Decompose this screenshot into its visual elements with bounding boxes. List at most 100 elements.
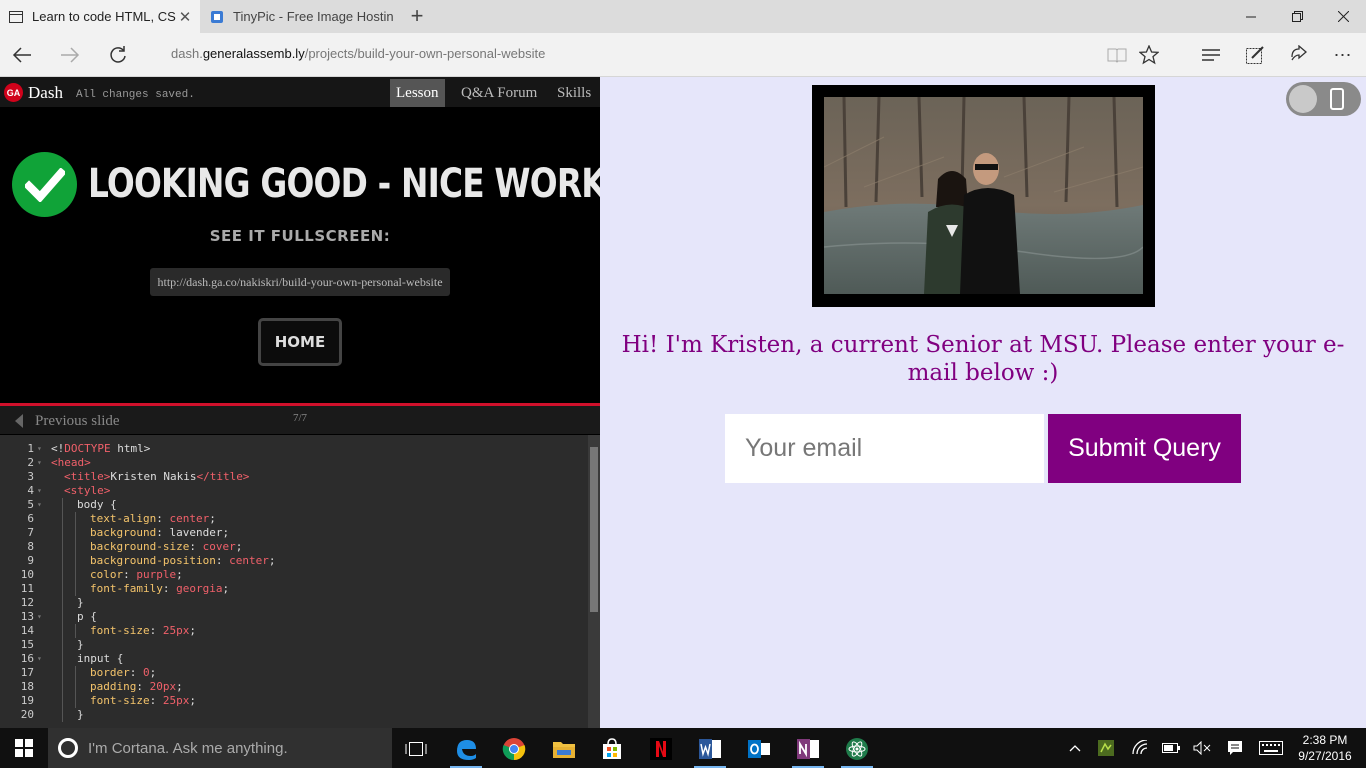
email-field[interactable] (725, 414, 1044, 483)
code-line[interactable]: 16 ▾ input { (0, 652, 588, 666)
task-view-button[interactable] (396, 732, 436, 766)
code-text: background-size: cover; (90, 540, 242, 554)
code-line[interactable]: 12} (0, 596, 588, 610)
submit-query-button[interactable]: Submit Query (1048, 414, 1241, 483)
code-line[interactable]: 13 ▾ p { (0, 610, 588, 624)
code-token: ; (222, 582, 230, 595)
scrollbar-thumb[interactable] (590, 447, 598, 612)
restore-button[interactable] (1274, 0, 1320, 33)
outlook-taskbar-button[interactable] (739, 732, 779, 766)
forward-button[interactable] (54, 39, 86, 71)
device-toggle[interactable] (1286, 82, 1361, 116)
back-button[interactable] (6, 39, 38, 71)
fullscreen-url[interactable]: http://dash.ga.co/nakiskri/build-your-ow… (150, 268, 450, 296)
code-text: background: lavender; (90, 526, 229, 540)
pen-note-icon (1246, 46, 1264, 64)
code-line[interactable]: 8 background-size: cover; (0, 540, 588, 554)
code-token: ; (176, 568, 183, 581)
close-tab-icon[interactable]: ✕ (178, 8, 192, 26)
favorite-button[interactable] (1134, 40, 1164, 70)
onenote-taskbar-button[interactable] (788, 732, 828, 768)
fold-arrow-icon[interactable]: ▾ (37, 484, 42, 498)
cortana-search-box[interactable]: I'm Cortana. Ask me anything. (48, 728, 392, 768)
atom-taskbar-button[interactable] (837, 732, 877, 768)
more-options-icon[interactable]: ⋯ (1328, 40, 1358, 70)
indent-guide (62, 596, 63, 610)
slide-counter: 7/7 (292, 412, 308, 424)
code-editor[interactable]: 1 ▾ <!DOCTYPE html> 2 ▾ <head> 3 <title>Kristen… (0, 435, 600, 728)
start-button[interactable] (0, 728, 48, 768)
fold-arrow-icon[interactable]: ▾ (37, 498, 42, 512)
code-token: ; (268, 554, 276, 567)
store-taskbar-button[interactable] (592, 732, 632, 766)
new-tab-button[interactable]: + (404, 4, 430, 30)
word-taskbar-button[interactable] (690, 732, 730, 768)
indent-guide (62, 582, 63, 596)
fold-arrow-icon[interactable]: ▾ (37, 442, 42, 456)
code-line[interactable]: 19 font-size: 25px; (0, 694, 588, 708)
code-line[interactable]: 7 background: lavender; (0, 526, 588, 540)
code-line[interactable]: 17 border: 0; (0, 666, 588, 680)
code-line[interactable]: 4 ▾ <style> (0, 484, 588, 498)
address-field[interactable]: dash.generalassemb.ly/projects/build-you… (171, 46, 545, 61)
battery-icon[interactable] (1161, 738, 1181, 758)
code-scrollbar[interactable] (588, 435, 600, 728)
hub-button[interactable] (1196, 40, 1226, 70)
code-line[interactable]: 1 ▾ <!DOCTYPE html> (0, 442, 588, 456)
code-line[interactable]: 2 ▾ <head> (0, 456, 588, 470)
action-center-icon[interactable] (1225, 738, 1245, 758)
home-button[interactable]: HOME (258, 318, 342, 366)
code-line[interactable]: 6 text-align: center; (0, 512, 588, 526)
wifi-icon[interactable] (1130, 738, 1150, 758)
indent-guide (75, 666, 76, 680)
code-token: <head> (51, 456, 91, 469)
fold-arrow-icon[interactable]: ▾ (37, 652, 42, 666)
ga-logo[interactable]: GA (4, 83, 23, 102)
reading-view-button[interactable] (1102, 40, 1132, 70)
word-icon (699, 739, 721, 759)
volume-muted-icon[interactable] (1192, 738, 1212, 758)
refresh-button[interactable] (102, 39, 134, 71)
code-line[interactable]: 14 font-size: 25px; (0, 624, 588, 638)
code-line[interactable]: 10 color: purple; (0, 568, 588, 582)
tab-qa-forum[interactable]: Q&A Forum (455, 79, 543, 107)
atom-icon (846, 738, 868, 760)
profile-photo-frame (812, 85, 1155, 307)
system-clock[interactable]: 2:38 PM 9/27/2016 (1293, 732, 1357, 764)
code-text: background-position: center; (90, 554, 275, 568)
tab-lesson[interactable]: Lesson (390, 79, 445, 107)
code-token: } (77, 708, 84, 721)
chrome-taskbar-button[interactable] (494, 732, 534, 766)
code-line[interactable]: 15} (0, 638, 588, 652)
code-text: <!DOCTYPE html> (51, 442, 150, 456)
fold-arrow-icon[interactable]: ▾ (37, 456, 42, 470)
web-note-button[interactable] (1240, 40, 1270, 70)
code-line[interactable]: 18 padding: 20px; (0, 680, 588, 694)
close-window-button[interactable] (1320, 0, 1366, 33)
code-text: <style> (64, 484, 110, 498)
show-hidden-icons-chevron-icon[interactable] (1066, 738, 1084, 758)
edge-taskbar-button[interactable] (446, 732, 486, 768)
code-line[interactable]: 11 font-family: georgia; (0, 582, 588, 596)
line-number: 18 (20, 680, 34, 693)
code-line[interactable]: 9 background-position: center; (0, 554, 588, 568)
code-line[interactable]: 20} (0, 708, 588, 722)
app-tray-icon[interactable] (1096, 738, 1116, 758)
netflix-taskbar-button[interactable] (641, 732, 681, 766)
indent-guide (62, 708, 63, 722)
code-token: font-size (90, 694, 150, 707)
tab-skills[interactable]: Skills (551, 79, 597, 107)
minimize-button[interactable] (1228, 0, 1274, 33)
chrome-icon (502, 738, 526, 761)
dash-lesson-panel: GA Dash All changes saved. Lesson Q&A Fo… (0, 77, 621, 728)
fold-arrow-icon[interactable]: ▾ (37, 610, 42, 624)
back-arrow-icon (12, 47, 31, 63)
file-explorer-taskbar-button[interactable] (544, 732, 584, 766)
keyboard-icon[interactable] (1258, 738, 1284, 758)
code-line[interactable]: 3 <title>Kristen Nakis</title> (0, 470, 588, 484)
tab-learn-to-code[interactable]: Learn to code HTML, CS ✕ (0, 0, 200, 33)
share-button[interactable] (1284, 40, 1314, 70)
tab-tinypic[interactable]: TinyPic - Free Image Hostin (201, 0, 401, 33)
code-line[interactable]: 5 ▾ body { (0, 498, 588, 512)
site-preview: Hi! I'm Kristen, a current Senior at MSU… (600, 77, 1366, 728)
